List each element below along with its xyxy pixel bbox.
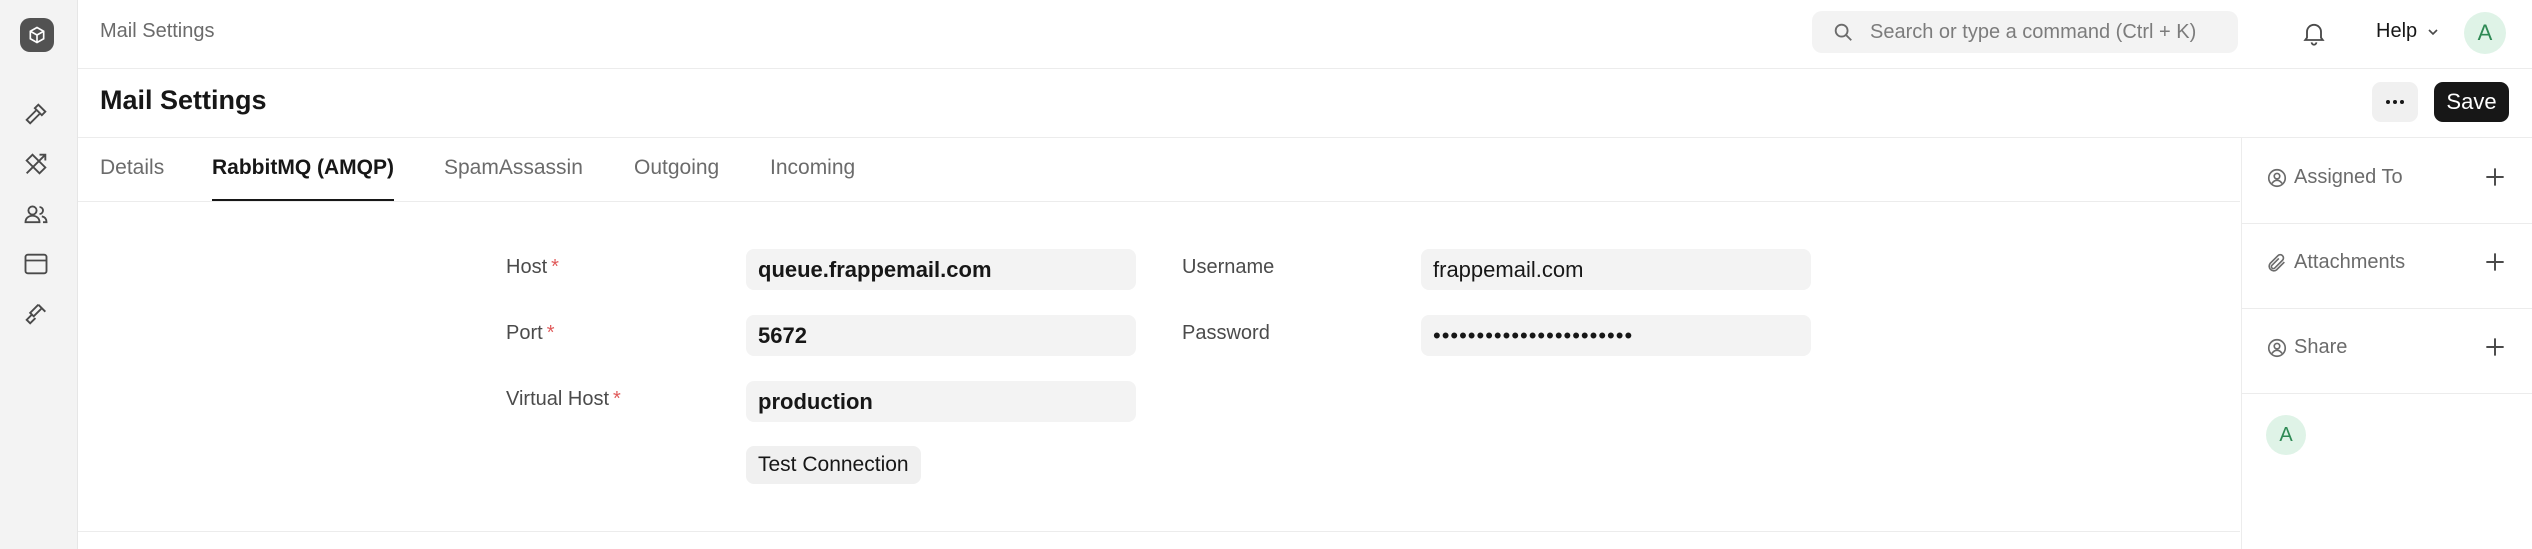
required-marker: * xyxy=(546,322,555,344)
share-text: Share xyxy=(2294,336,2348,358)
top-navbar: Mail Settings Help A xyxy=(78,0,2532,69)
virtual-host-field[interactable]: production xyxy=(746,381,1136,422)
test-connection-button[interactable]: Test Connection xyxy=(746,446,921,484)
share-icon xyxy=(2267,338,2287,357)
users-icon[interactable] xyxy=(18,196,54,232)
required-marker: * xyxy=(613,388,621,410)
assigned-to-section: Assigned To xyxy=(2242,138,2532,224)
user-avatar[interactable]: A xyxy=(2464,12,2506,54)
paperclip-icon xyxy=(2268,253,2285,272)
window-icon[interactable] xyxy=(18,246,54,282)
username-label: Username xyxy=(1182,256,1275,278)
chevron-down-icon xyxy=(2428,28,2438,35)
rabbitmq-form: Host * queue.frappemail.com Port * 5672 Vi… xyxy=(78,202,2240,532)
add-share-plus-icon[interactable] xyxy=(2482,334,2508,360)
assign-icon xyxy=(2267,168,2287,187)
virtual-host-label: Virtual Host * xyxy=(506,388,621,411)
host-label: Host * xyxy=(506,256,559,279)
assigned-to-label: Assigned To xyxy=(2266,166,2403,189)
search-input[interactable] xyxy=(1868,19,2232,45)
search-bar[interactable] xyxy=(1812,11,2238,53)
port-field[interactable]: 5672 xyxy=(746,315,1136,356)
save-button[interactable]: Save xyxy=(2434,82,2509,122)
assigned-to-text: Assigned To xyxy=(2294,166,2403,188)
search-icon xyxy=(1834,23,1852,41)
plug-icon[interactable] xyxy=(18,296,54,332)
help-label: Help xyxy=(2376,20,2418,42)
virtual-host-label-text: Virtual Host xyxy=(506,388,610,410)
username-field[interactable]: frappemail.com xyxy=(1421,249,1811,290)
share-section: Share xyxy=(2242,308,2532,394)
attachments-label: Attachments xyxy=(2266,251,2405,274)
tools-icon[interactable] xyxy=(18,146,54,182)
host-label-text: Host xyxy=(506,256,548,278)
password-field[interactable]: ••••••••••••••••••••••• xyxy=(1421,315,1811,356)
share-label: Share xyxy=(2266,336,2347,359)
tab-rabbitmq[interactable]: RabbitMQ (AMQP) xyxy=(212,156,394,201)
right-sidebar: Assigned To Attachments Share A xyxy=(2241,138,2532,549)
tab-bar: Details RabbitMQ (AMQP) SpamAssassin Out… xyxy=(78,138,2240,202)
add-attachment-plus-icon[interactable] xyxy=(2482,249,2508,275)
section-divider xyxy=(78,531,2240,532)
tab-incoming[interactable]: Incoming xyxy=(770,156,855,199)
host-field[interactable]: queue.frappemail.com xyxy=(746,249,1136,290)
page-header: Mail Settings Save xyxy=(78,69,2532,138)
password-label: Password xyxy=(1182,322,1270,344)
more-dots-icon xyxy=(2386,100,2404,104)
tab-outgoing[interactable]: Outgoing xyxy=(634,156,719,199)
breadcrumb[interactable]: Mail Settings xyxy=(100,20,215,43)
attachments-section: Attachments xyxy=(2242,223,2532,309)
tab-details[interactable]: Details xyxy=(100,156,164,199)
required-marker: * xyxy=(551,256,559,278)
port-label-text: Port xyxy=(506,322,543,344)
bell-icon[interactable] xyxy=(2300,18,2328,48)
add-assignee-plus-icon[interactable] xyxy=(2482,164,2508,190)
attachments-text: Attachments xyxy=(2294,251,2406,273)
help-menu-button[interactable]: Help xyxy=(2376,20,2441,43)
app-logo-icon[interactable] xyxy=(20,18,54,52)
page-title: Mail Settings xyxy=(100,85,267,115)
tab-spamassassin[interactable]: SpamAssassin xyxy=(444,156,583,199)
more-actions-button[interactable] xyxy=(2372,82,2418,122)
avatar[interactable]: A xyxy=(2266,415,2306,455)
port-label: Port * xyxy=(506,322,554,345)
hammer-icon[interactable] xyxy=(18,96,54,132)
sidebar xyxy=(0,0,78,549)
